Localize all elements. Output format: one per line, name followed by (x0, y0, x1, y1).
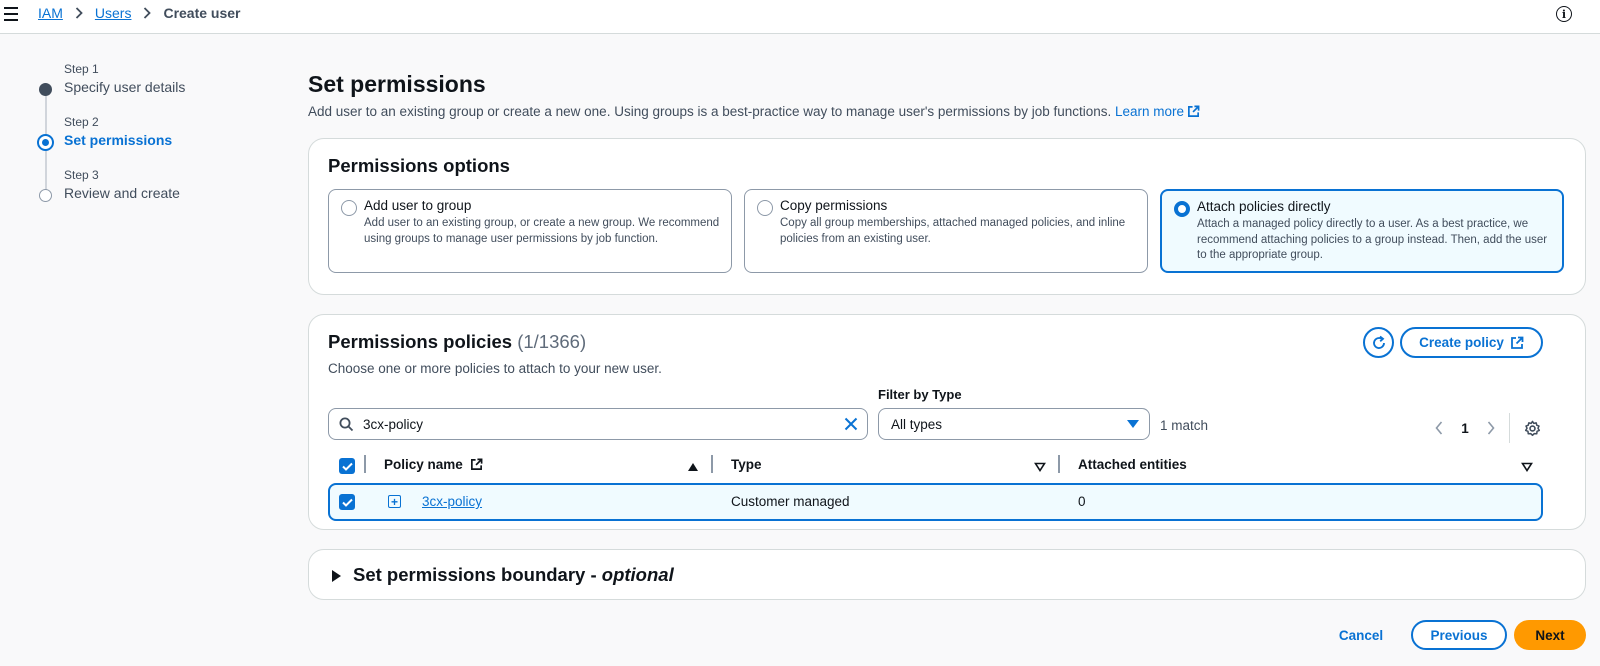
external-link-icon (1187, 105, 1200, 121)
learn-more-label: Learn more (1115, 104, 1185, 119)
external-link-icon (470, 458, 483, 470)
caret-right-icon (332, 570, 341, 582)
current-page[interactable]: 1 (1451, 421, 1479, 436)
sort-icon[interactable] (1034, 460, 1046, 475)
info-icon[interactable]: i (1556, 6, 1572, 22)
breadcrumb-users[interactable]: Users (95, 5, 132, 21)
step-2: Step 2 Set permissions (37, 115, 185, 168)
step-label: Review and create (64, 185, 180, 201)
option-add-user-to-group[interactable]: Add user to group Add user to an existin… (328, 189, 732, 273)
next-button[interactable]: Next (1514, 620, 1586, 650)
next-page-icon[interactable] (1479, 417, 1503, 439)
policies-title-text: Permissions policies (328, 331, 513, 352)
permissions-policies-panel: Permissions policies (1/1366) Create pol… (308, 314, 1586, 530)
learn-more-link[interactable]: Learn more (1115, 104, 1200, 119)
boundary-optional-text: optional (601, 564, 674, 585)
table-row[interactable]: + 3cx-policy Customer managed 0 (328, 483, 1543, 521)
policy-search (328, 408, 868, 440)
step-number: Step 3 (64, 168, 99, 182)
chevron-right-icon (143, 7, 152, 19)
column-label: Policy name (384, 457, 463, 472)
settings-gear-icon[interactable] (1520, 417, 1544, 439)
policy-name-link[interactable]: 3cx-policy (422, 494, 482, 509)
filter-type-value: All types (891, 417, 943, 432)
step-number: Step 2 (64, 115, 99, 129)
step-number: Step 1 (64, 62, 99, 76)
menu-icon[interactable] (4, 5, 22, 23)
boundary-title: Set permissions boundary - optional (353, 564, 674, 586)
breadcrumb: IAM Users Create user (38, 5, 241, 21)
option-attach-policies-directly[interactable]: Attach policies directly Attach a manage… (1160, 189, 1564, 273)
boundary-title-text: Set permissions boundary - (353, 564, 602, 585)
option-description: Copy all group memberships, attached man… (780, 217, 1126, 245)
permissions-options-panel: Permissions options Add user to group Ad… (308, 138, 1586, 295)
step-1[interactable]: Step 1 Specify user details (38, 62, 185, 115)
step-complete-icon (39, 83, 52, 96)
create-policy-button[interactable]: Create policy (1400, 327, 1543, 358)
permissions-policies-title: Permissions policies (1/1366) (328, 331, 586, 353)
page-description: Add user to an existing group or create … (308, 104, 1200, 121)
refresh-icon (1372, 335, 1385, 349)
breadcrumb-current: Create user (163, 5, 241, 21)
cancel-button[interactable]: Cancel (1323, 620, 1399, 650)
attached-entities-count: 0 (1078, 494, 1086, 509)
previous-button[interactable]: Previous (1411, 620, 1507, 650)
breadcrumb-iam[interactable]: IAM (38, 5, 63, 21)
match-count: 1 match (1160, 418, 1209, 433)
radio-button[interactable] (757, 200, 773, 216)
option-copy-permissions[interactable]: Copy permissions Copy all group membersh… (744, 189, 1148, 273)
step-label: Set permissions (64, 132, 173, 148)
option-title: Add user to group (364, 198, 472, 213)
option-title: Copy permissions (780, 198, 888, 213)
wizard-steps: Step 1 Specify user details Step 2 Set p… (37, 62, 185, 221)
policies-count: (1/1366) (517, 331, 587, 352)
step-label: Specify user details (64, 79, 186, 95)
step-3: Step 3 Review and create (38, 168, 185, 221)
filter-by-type-label: Filter by Type (878, 387, 962, 402)
column-type[interactable]: Type (731, 457, 762, 472)
intro-text: Add user to an existing group or create … (308, 104, 1112, 119)
pagination: 1 (1427, 413, 1544, 443)
create-policy-label: Create policy (1419, 335, 1504, 350)
sort-ascending-icon[interactable] (687, 460, 699, 475)
option-title: Attach policies directly (1197, 199, 1331, 214)
policy-type: Customer managed (731, 494, 850, 509)
external-link-icon (1510, 336, 1524, 349)
divider (1509, 413, 1510, 443)
option-description: Add user to an existing group, or create… (364, 217, 720, 245)
caret-down-icon (1127, 420, 1139, 428)
previous-page-icon[interactable] (1427, 417, 1451, 439)
search-input[interactable] (363, 414, 823, 434)
radio-button-selected[interactable] (1174, 201, 1190, 217)
column-divider (711, 455, 713, 473)
policies-description: Choose one or more policies to attach to… (328, 361, 662, 376)
step-active-icon (37, 134, 54, 151)
page-title: Set permissions (308, 71, 486, 97)
clear-search-icon[interactable] (843, 416, 859, 435)
refresh-button[interactable] (1363, 327, 1394, 358)
column-divider (364, 455, 366, 473)
column-attached-entities[interactable]: Attached entities (1078, 457, 1187, 472)
column-policy-name[interactable]: Policy name (384, 457, 483, 472)
table-header: Policy name Type Attached entities (328, 453, 1542, 479)
radio-button[interactable] (341, 200, 357, 216)
filter-type-select[interactable]: All types (878, 408, 1150, 440)
select-all-checkbox[interactable] (339, 458, 355, 474)
option-description: Attach a managed policy directly to a us… (1197, 218, 1548, 261)
sort-icon[interactable] (1521, 460, 1533, 475)
column-divider (1058, 455, 1060, 473)
search-icon (339, 417, 354, 435)
permissions-boundary-expander[interactable]: Set permissions boundary - optional (308, 549, 1586, 600)
row-checkbox[interactable] (339, 494, 355, 510)
step-pending-icon (39, 189, 52, 202)
top-navigation: IAM Users Create user i (0, 0, 1600, 34)
permissions-options-title: Permissions options (328, 155, 510, 176)
expand-row-icon[interactable]: + (388, 495, 401, 508)
chevron-right-icon (75, 7, 83, 19)
